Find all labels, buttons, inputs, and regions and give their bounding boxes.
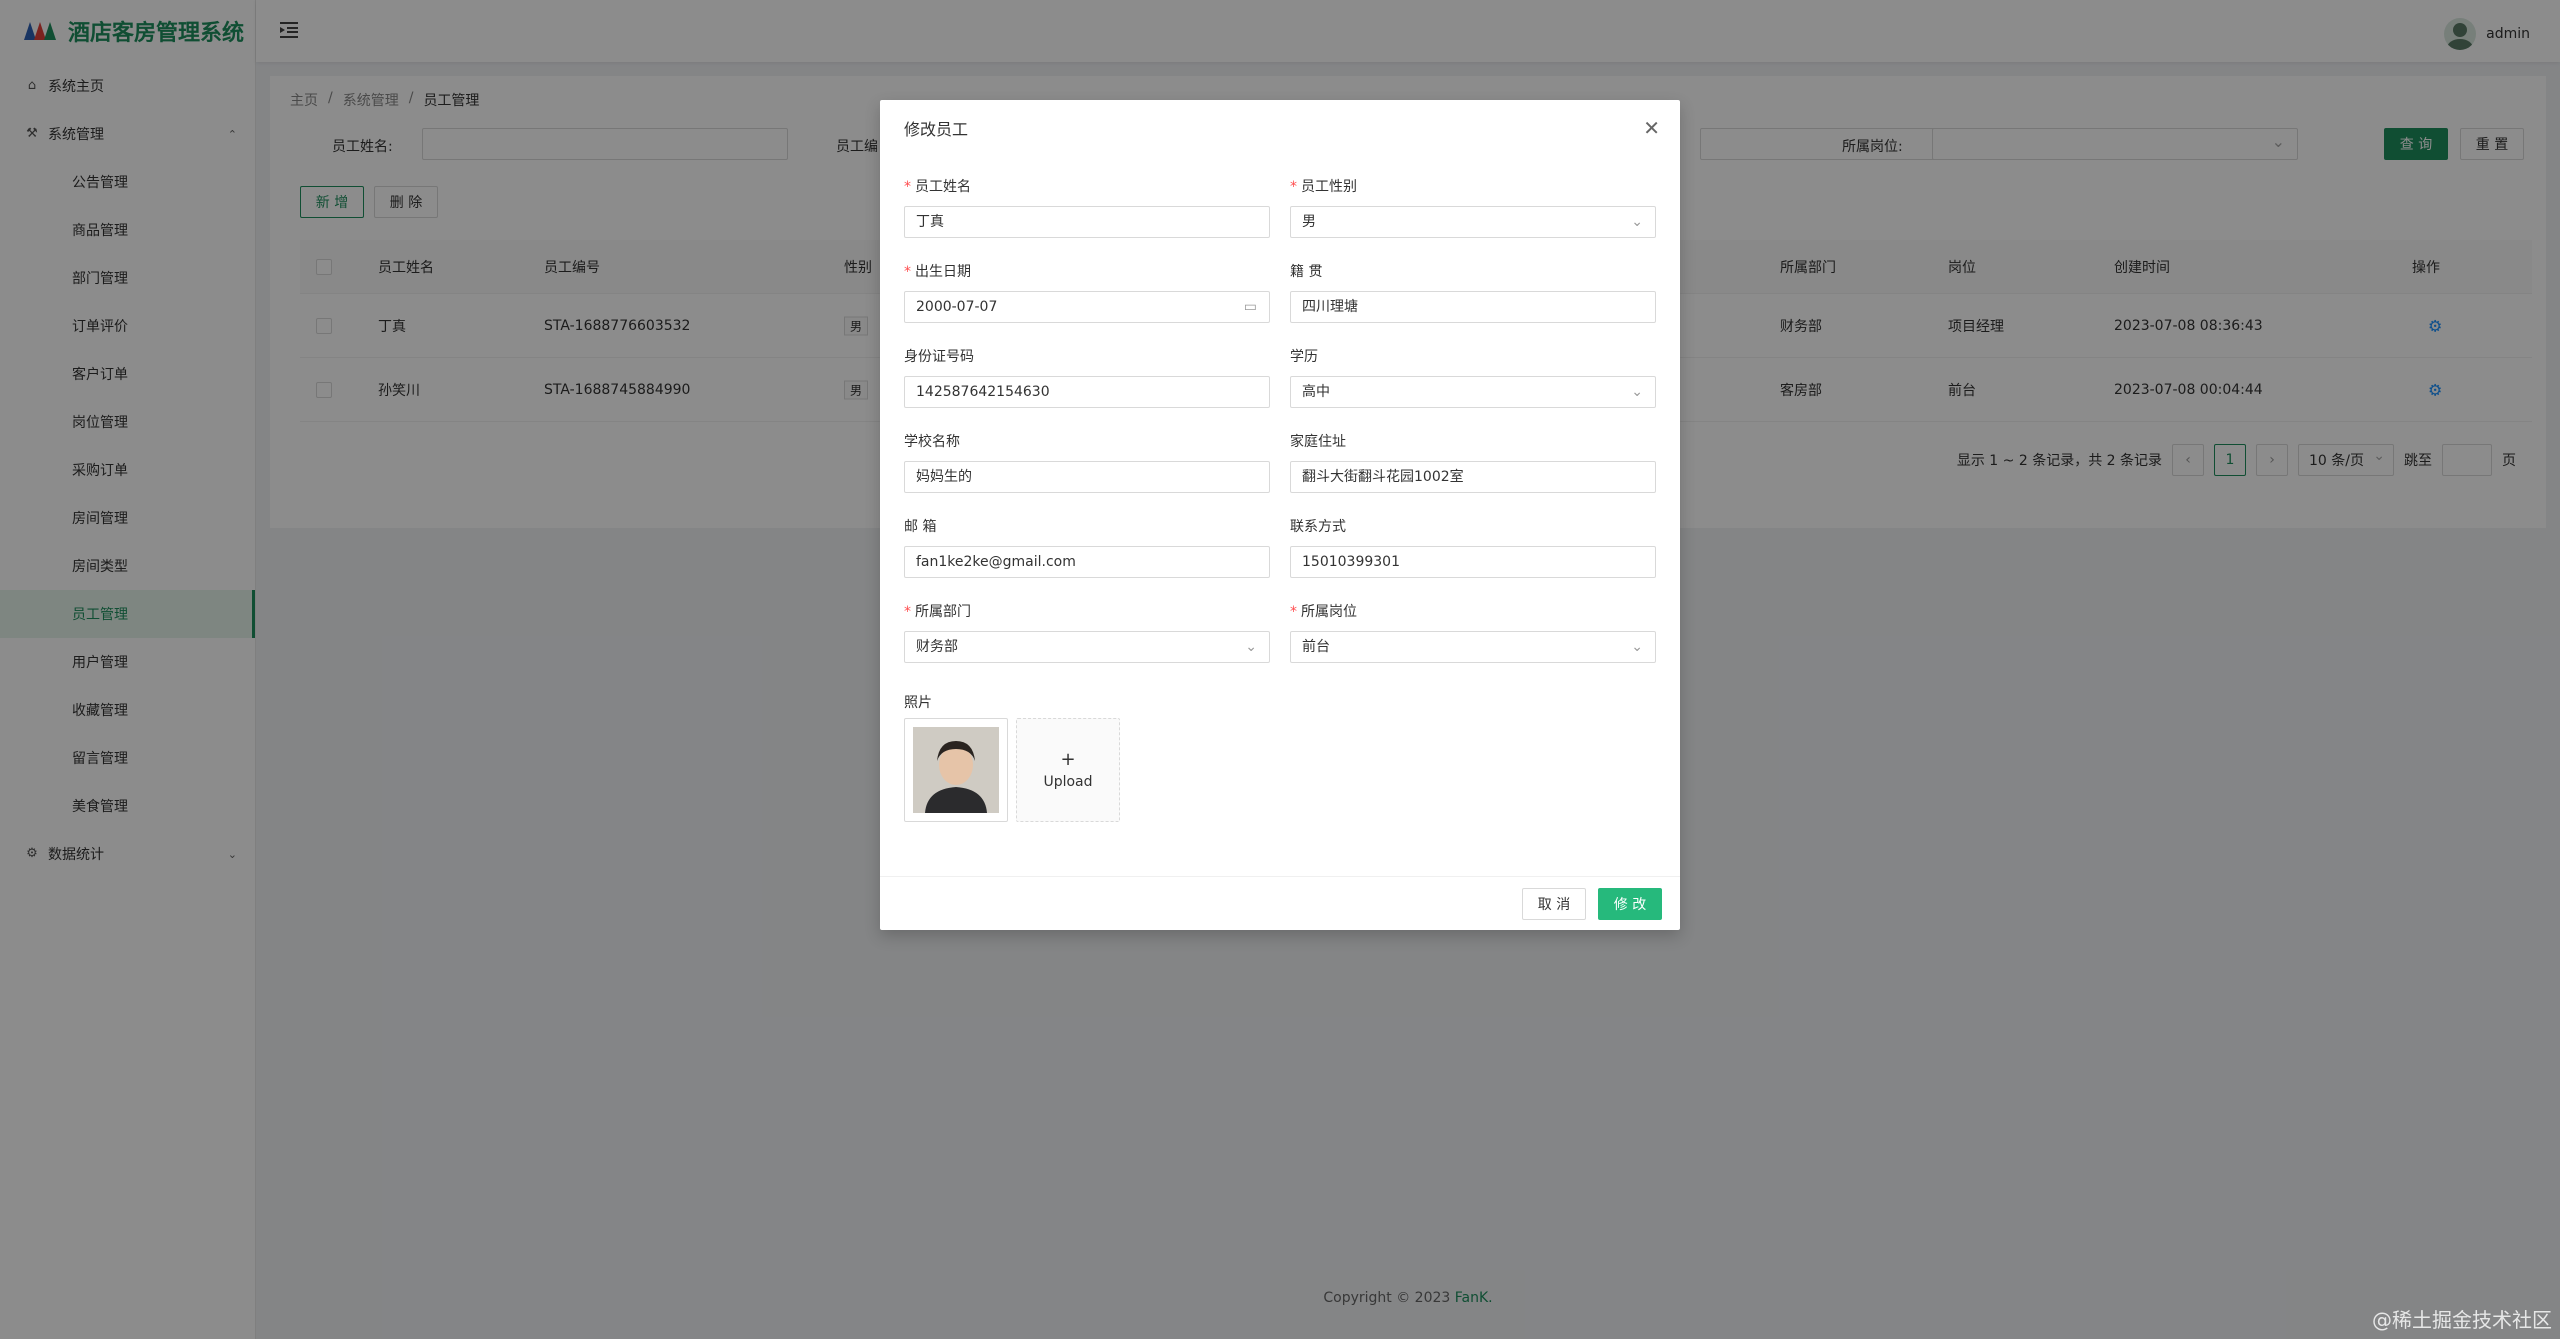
- upload-text: Upload: [1043, 774, 1093, 790]
- close-icon[interactable]: ✕: [1643, 116, 1660, 140]
- field-phone: 联系方式 15010399301: [1290, 516, 1656, 578]
- employee-photo: [913, 727, 999, 813]
- birth-date-picker[interactable]: 2000-07-07 ▭: [904, 291, 1270, 323]
- field-school: 学校名称 妈妈生的: [904, 431, 1270, 493]
- field-name: * 员工姓名 丁真: [904, 176, 1270, 238]
- plus-icon: +: [1060, 749, 1076, 770]
- chevron-down-icon: ⌄: [1631, 384, 1643, 400]
- submit-button[interactable]: 修 改: [1598, 888, 1662, 920]
- dept-select[interactable]: 财务部 ⌄: [904, 631, 1270, 663]
- photo-thumbnail[interactable]: [904, 718, 1008, 822]
- field-birth: * 出生日期 2000-07-07 ▭: [904, 261, 1270, 323]
- phone-input[interactable]: 15010399301: [1290, 546, 1656, 578]
- chevron-down-icon: ⌄: [1245, 639, 1257, 655]
- upload-button[interactable]: + Upload: [1016, 718, 1120, 822]
- modal-header: 修改员工 ✕: [880, 100, 1680, 156]
- field-gender: * 员工性别 男 ⌄: [1290, 176, 1656, 238]
- idcard-input[interactable]: 142587642154630: [904, 376, 1270, 408]
- gender-select[interactable]: 男 ⌄: [1290, 206, 1656, 238]
- field-post: * 所属岗位 前台 ⌄: [1290, 601, 1656, 663]
- field-address: 家庭住址 翻斗大街翻斗花园1002室: [1290, 431, 1656, 493]
- field-edu: 学历 高中 ⌄: [1290, 346, 1656, 408]
- native-place-input[interactable]: 四川理塘: [1290, 291, 1656, 323]
- education-select[interactable]: 高中 ⌄: [1290, 376, 1656, 408]
- name-input[interactable]: 丁真: [904, 206, 1270, 238]
- watermark: @稀土掘金技术社区: [2372, 1308, 2552, 1332]
- edit-employee-modal: 修改员工 ✕ * 员工姓名 丁真 * 员工性别 男 ⌄ * 出生日期 2000-07-0…: [880, 100, 1680, 930]
- address-input[interactable]: 翻斗大街翻斗花园1002室: [1290, 461, 1656, 493]
- chevron-down-icon: ⌄: [1631, 214, 1643, 230]
- school-input[interactable]: 妈妈生的: [904, 461, 1270, 493]
- cancel-button[interactable]: 取 消: [1522, 888, 1586, 920]
- field-native: 籍 贯 四川理塘: [1290, 261, 1656, 323]
- field-dept: * 所属部门 财务部 ⌄: [904, 601, 1270, 663]
- field-idcard: 身份证号码 142587642154630: [904, 346, 1270, 408]
- photo-upload: 照片 + Upload: [904, 692, 1120, 822]
- chevron-down-icon: ⌄: [1631, 639, 1643, 655]
- modal-footer: 取 消 修 改: [880, 876, 1680, 930]
- modal-title: 修改员工: [904, 120, 969, 139]
- field-email: 邮 箱 fan1ke2ke@gmail.com: [904, 516, 1270, 578]
- calendar-icon: ▭: [1243, 299, 1257, 315]
- post-select[interactable]: 前台 ⌄: [1290, 631, 1656, 663]
- email-input[interactable]: fan1ke2ke@gmail.com: [904, 546, 1270, 578]
- photo-label: 照片: [904, 695, 932, 711]
